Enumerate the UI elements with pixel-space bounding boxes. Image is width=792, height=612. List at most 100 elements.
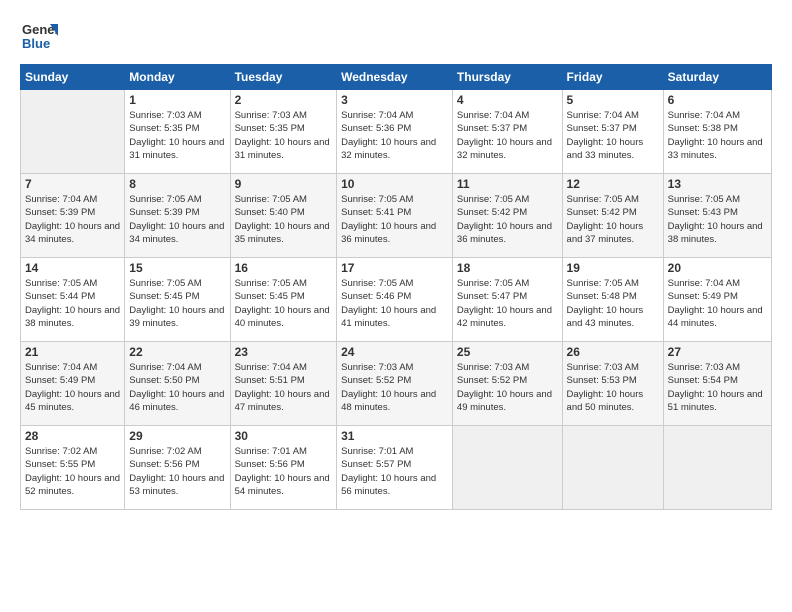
day-cell <box>663 426 771 510</box>
week-row-1: 1 Sunrise: 7:03 AMSunset: 5:35 PMDayligh… <box>21 90 772 174</box>
day-info: Sunrise: 7:05 AMSunset: 5:42 PMDaylight:… <box>457 193 558 246</box>
day-number: 8 <box>129 177 225 191</box>
day-number: 20 <box>668 261 767 275</box>
day-header-monday: Monday <box>125 65 230 90</box>
day-info: Sunrise: 7:01 AMSunset: 5:57 PMDaylight:… <box>341 445 448 498</box>
day-number: 6 <box>668 93 767 107</box>
day-info: Sunrise: 7:03 AMSunset: 5:52 PMDaylight:… <box>341 361 448 414</box>
day-cell <box>21 90 125 174</box>
day-info: Sunrise: 7:04 AMSunset: 5:38 PMDaylight:… <box>668 109 767 162</box>
day-cell: 3 Sunrise: 7:04 AMSunset: 5:36 PMDayligh… <box>337 90 453 174</box>
page: General Blue SundayMondayTuesdayWednesda… <box>0 0 792 520</box>
day-number: 7 <box>25 177 120 191</box>
svg-text:Blue: Blue <box>22 36 50 51</box>
logo: General Blue <box>20 16 58 54</box>
day-cell: 20 Sunrise: 7:04 AMSunset: 5:49 PMDaylig… <box>663 258 771 342</box>
day-cell: 28 Sunrise: 7:02 AMSunset: 5:55 PMDaylig… <box>21 426 125 510</box>
day-header-wednesday: Wednesday <box>337 65 453 90</box>
day-info: Sunrise: 7:05 AMSunset: 5:39 PMDaylight:… <box>129 193 225 246</box>
day-number: 13 <box>668 177 767 191</box>
day-cell: 1 Sunrise: 7:03 AMSunset: 5:35 PMDayligh… <box>125 90 230 174</box>
day-cell: 5 Sunrise: 7:04 AMSunset: 5:37 PMDayligh… <box>562 90 663 174</box>
day-info: Sunrise: 7:04 AMSunset: 5:39 PMDaylight:… <box>25 193 120 246</box>
day-cell: 18 Sunrise: 7:05 AMSunset: 5:47 PMDaylig… <box>452 258 562 342</box>
day-cell: 15 Sunrise: 7:05 AMSunset: 5:45 PMDaylig… <box>125 258 230 342</box>
day-number: 1 <box>129 93 225 107</box>
day-cell: 21 Sunrise: 7:04 AMSunset: 5:49 PMDaylig… <box>21 342 125 426</box>
day-number: 28 <box>25 429 120 443</box>
week-row-2: 7 Sunrise: 7:04 AMSunset: 5:39 PMDayligh… <box>21 174 772 258</box>
day-header-sunday: Sunday <box>21 65 125 90</box>
day-cell: 23 Sunrise: 7:04 AMSunset: 5:51 PMDaylig… <box>230 342 337 426</box>
day-cell: 30 Sunrise: 7:01 AMSunset: 5:56 PMDaylig… <box>230 426 337 510</box>
day-cell: 9 Sunrise: 7:05 AMSunset: 5:40 PMDayligh… <box>230 174 337 258</box>
day-number: 9 <box>235 177 333 191</box>
day-number: 25 <box>457 345 558 359</box>
day-cell: 13 Sunrise: 7:05 AMSunset: 5:43 PMDaylig… <box>663 174 771 258</box>
day-info: Sunrise: 7:05 AMSunset: 5:48 PMDaylight:… <box>567 277 659 330</box>
day-info: Sunrise: 7:04 AMSunset: 5:37 PMDaylight:… <box>457 109 558 162</box>
day-cell: 17 Sunrise: 7:05 AMSunset: 5:46 PMDaylig… <box>337 258 453 342</box>
header-row: SundayMondayTuesdayWednesdayThursdayFrid… <box>21 65 772 90</box>
day-info: Sunrise: 7:05 AMSunset: 5:40 PMDaylight:… <box>235 193 333 246</box>
day-info: Sunrise: 7:04 AMSunset: 5:51 PMDaylight:… <box>235 361 333 414</box>
day-info: Sunrise: 7:03 AMSunset: 5:52 PMDaylight:… <box>457 361 558 414</box>
day-number: 4 <box>457 93 558 107</box>
day-cell: 12 Sunrise: 7:05 AMSunset: 5:42 PMDaylig… <box>562 174 663 258</box>
day-number: 17 <box>341 261 448 275</box>
day-number: 14 <box>25 261 120 275</box>
day-number: 27 <box>668 345 767 359</box>
day-cell: 25 Sunrise: 7:03 AMSunset: 5:52 PMDaylig… <box>452 342 562 426</box>
day-info: Sunrise: 7:05 AMSunset: 5:45 PMDaylight:… <box>129 277 225 330</box>
week-row-5: 28 Sunrise: 7:02 AMSunset: 5:55 PMDaylig… <box>21 426 772 510</box>
day-header-friday: Friday <box>562 65 663 90</box>
day-cell: 19 Sunrise: 7:05 AMSunset: 5:48 PMDaylig… <box>562 258 663 342</box>
day-info: Sunrise: 7:04 AMSunset: 5:49 PMDaylight:… <box>25 361 120 414</box>
day-number: 19 <box>567 261 659 275</box>
day-cell: 14 Sunrise: 7:05 AMSunset: 5:44 PMDaylig… <box>21 258 125 342</box>
day-info: Sunrise: 7:04 AMSunset: 5:49 PMDaylight:… <box>668 277 767 330</box>
day-cell: 8 Sunrise: 7:05 AMSunset: 5:39 PMDayligh… <box>125 174 230 258</box>
day-cell: 7 Sunrise: 7:04 AMSunset: 5:39 PMDayligh… <box>21 174 125 258</box>
day-info: Sunrise: 7:05 AMSunset: 5:43 PMDaylight:… <box>668 193 767 246</box>
day-cell: 11 Sunrise: 7:05 AMSunset: 5:42 PMDaylig… <box>452 174 562 258</box>
day-number: 21 <box>25 345 120 359</box>
day-info: Sunrise: 7:05 AMSunset: 5:42 PMDaylight:… <box>567 193 659 246</box>
day-number: 24 <box>341 345 448 359</box>
day-info: Sunrise: 7:04 AMSunset: 5:36 PMDaylight:… <box>341 109 448 162</box>
day-number: 23 <box>235 345 333 359</box>
day-number: 30 <box>235 429 333 443</box>
day-info: Sunrise: 7:02 AMSunset: 5:55 PMDaylight:… <box>25 445 120 498</box>
calendar-table: SundayMondayTuesdayWednesdayThursdayFrid… <box>20 64 772 510</box>
week-row-4: 21 Sunrise: 7:04 AMSunset: 5:49 PMDaylig… <box>21 342 772 426</box>
day-number: 3 <box>341 93 448 107</box>
day-number: 2 <box>235 93 333 107</box>
day-number: 18 <box>457 261 558 275</box>
day-cell: 4 Sunrise: 7:04 AMSunset: 5:37 PMDayligh… <box>452 90 562 174</box>
day-number: 26 <box>567 345 659 359</box>
day-number: 5 <box>567 93 659 107</box>
day-info: Sunrise: 7:05 AMSunset: 5:41 PMDaylight:… <box>341 193 448 246</box>
day-number: 10 <box>341 177 448 191</box>
day-cell <box>562 426 663 510</box>
day-info: Sunrise: 7:05 AMSunset: 5:44 PMDaylight:… <box>25 277 120 330</box>
day-info: Sunrise: 7:04 AMSunset: 5:37 PMDaylight:… <box>567 109 659 162</box>
day-number: 16 <box>235 261 333 275</box>
day-number: 29 <box>129 429 225 443</box>
day-cell: 2 Sunrise: 7:03 AMSunset: 5:35 PMDayligh… <box>230 90 337 174</box>
day-info: Sunrise: 7:05 AMSunset: 5:46 PMDaylight:… <box>341 277 448 330</box>
day-info: Sunrise: 7:05 AMSunset: 5:47 PMDaylight:… <box>457 277 558 330</box>
day-info: Sunrise: 7:03 AMSunset: 5:35 PMDaylight:… <box>235 109 333 162</box>
week-row-3: 14 Sunrise: 7:05 AMSunset: 5:44 PMDaylig… <box>21 258 772 342</box>
logo-icon: General Blue <box>20 16 58 54</box>
day-info: Sunrise: 7:03 AMSunset: 5:53 PMDaylight:… <box>567 361 659 414</box>
header: General Blue <box>20 16 772 54</box>
day-number: 31 <box>341 429 448 443</box>
day-info: Sunrise: 7:03 AMSunset: 5:54 PMDaylight:… <box>668 361 767 414</box>
day-info: Sunrise: 7:04 AMSunset: 5:50 PMDaylight:… <box>129 361 225 414</box>
day-header-thursday: Thursday <box>452 65 562 90</box>
day-number: 11 <box>457 177 558 191</box>
day-cell: 22 Sunrise: 7:04 AMSunset: 5:50 PMDaylig… <box>125 342 230 426</box>
day-number: 12 <box>567 177 659 191</box>
day-cell: 27 Sunrise: 7:03 AMSunset: 5:54 PMDaylig… <box>663 342 771 426</box>
